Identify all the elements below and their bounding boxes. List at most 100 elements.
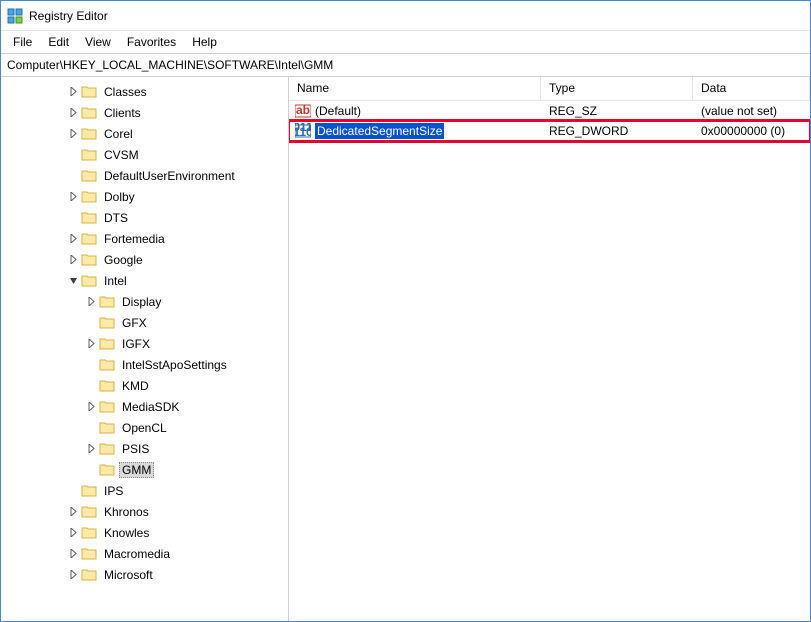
tree-item-label: Microsoft <box>101 567 156 583</box>
tree-item[interactable]: CVSM <box>1 144 288 165</box>
tree-item[interactable]: DTS <box>1 207 288 228</box>
tree-spacer <box>65 483 81 499</box>
tree-pane[interactable]: Classes Clients Corel CVSM DefaultUserEnviro… <box>1 77 289 621</box>
tree-item[interactable]: IPS <box>1 480 288 501</box>
string-value-icon: ab <box>295 103 311 119</box>
menu-view[interactable]: View <box>77 33 119 51</box>
tree-item[interactable]: PSIS <box>1 438 288 459</box>
tree-item[interactable]: Clients <box>1 102 288 123</box>
chevron-right-icon[interactable] <box>65 105 81 121</box>
tree-item[interactable]: Khronos <box>1 501 288 522</box>
chevron-right-icon[interactable] <box>65 504 81 520</box>
binary-value-icon: 011110 <box>295 123 311 139</box>
tree-item-label: IPS <box>101 483 126 499</box>
values-header: Name Type Data <box>289 77 810 101</box>
tree-item[interactable]: Dolby <box>1 186 288 207</box>
chevron-right-icon[interactable] <box>83 336 99 352</box>
tree-item-label: IGFX <box>119 336 153 352</box>
tree-item-label: Khronos <box>101 504 152 520</box>
tree-item[interactable]: Knowles <box>1 522 288 543</box>
chevron-down-icon[interactable] <box>65 273 81 289</box>
menu-edit[interactable]: Edit <box>40 33 77 51</box>
folder-icon <box>81 567 97 583</box>
tree-spacer <box>65 210 81 226</box>
value-name: (Default) <box>315 104 361 118</box>
chevron-right-icon[interactable] <box>65 126 81 142</box>
tree-item[interactable]: Macromedia <box>1 543 288 564</box>
col-header-data[interactable]: Data <box>693 77 810 100</box>
tree-item[interactable]: MediaSDK <box>1 396 288 417</box>
tree-item-label: DTS <box>101 210 131 226</box>
tree-item[interactable]: OpenCL <box>1 417 288 438</box>
tree-item[interactable]: Microsoft <box>1 564 288 585</box>
chevron-right-icon[interactable] <box>65 546 81 562</box>
folder-icon <box>81 525 97 541</box>
menu-favorites[interactable]: Favorites <box>119 33 184 51</box>
tree-spacer <box>83 462 99 478</box>
values-pane[interactable]: Name Type Data ab(Default)REG_SZ(value n… <box>289 77 810 621</box>
tree-item-label: MediaSDK <box>119 399 182 415</box>
tree-item-label: Fortemedia <box>101 231 168 247</box>
menu-help[interactable]: Help <box>184 33 225 51</box>
chevron-right-icon[interactable] <box>83 441 99 457</box>
folder-icon <box>81 126 97 142</box>
values-body[interactable]: ab(Default)REG_SZ(value not set)011110De… <box>289 101 810 621</box>
value-name-cell: 011110DedicatedSegmentSize <box>289 122 541 140</box>
tree-spacer <box>83 378 99 394</box>
folder-icon <box>99 378 115 394</box>
menu-file[interactable]: File <box>5 33 40 51</box>
addressbar[interactable]: Computer\HKEY_LOCAL_MACHINE\SOFTWARE\Int… <box>1 53 810 77</box>
folder-icon <box>81 84 97 100</box>
tree-item[interactable]: IntelSstApoSettings <box>1 354 288 375</box>
chevron-right-icon[interactable] <box>83 399 99 415</box>
chevron-right-icon[interactable] <box>65 525 81 541</box>
folder-icon <box>99 294 115 310</box>
chevron-right-icon[interactable] <box>65 189 81 205</box>
tree-item-label: Corel <box>101 126 136 142</box>
chevron-right-icon[interactable] <box>65 252 81 268</box>
chevron-right-icon[interactable] <box>65 231 81 247</box>
tree-item-label: CVSM <box>101 147 142 163</box>
col-header-type[interactable]: Type <box>541 77 693 100</box>
address-path: Computer\HKEY_LOCAL_MACHINE\SOFTWARE\Int… <box>7 58 333 72</box>
tree-item[interactable]: Classes <box>1 81 288 102</box>
tree-item-label: Clients <box>101 105 144 121</box>
chevron-right-icon[interactable] <box>65 84 81 100</box>
content-area: Classes Clients Corel CVSM DefaultUserEnviro… <box>1 77 810 621</box>
value-type: REG_SZ <box>541 103 693 119</box>
tree-item[interactable]: GMM <box>1 459 288 480</box>
tree-item-label: Macromedia <box>101 546 173 562</box>
titlebar[interactable]: Registry Editor <box>1 1 810 31</box>
tree-scroll[interactable]: Classes Clients Corel CVSM DefaultUserEnviro… <box>1 77 288 621</box>
folder-icon <box>81 168 97 184</box>
tree-item[interactable]: Google <box>1 249 288 270</box>
tree: Classes Clients Corel CVSM DefaultUserEnviro… <box>1 77 288 589</box>
value-row[interactable]: 011110DedicatedSegmentSizeREG_DWORD0x000… <box>289 121 810 141</box>
tree-item-label: Dolby <box>101 189 138 205</box>
tree-item[interactable]: Intel <box>1 270 288 291</box>
svg-text:ab: ab <box>296 103 310 117</box>
tree-item[interactable]: KMD <box>1 375 288 396</box>
tree-item[interactable]: GFX <box>1 312 288 333</box>
folder-icon <box>99 399 115 415</box>
tree-item[interactable]: Corel <box>1 123 288 144</box>
tree-item-label: GFX <box>119 315 150 331</box>
chevron-right-icon[interactable] <box>83 294 99 310</box>
chevron-right-icon[interactable] <box>65 567 81 583</box>
menubar: File Edit View Favorites Help <box>1 31 810 53</box>
tree-item[interactable]: Fortemedia <box>1 228 288 249</box>
value-row[interactable]: ab(Default)REG_SZ(value not set) <box>289 101 810 121</box>
tree-item-label: Intel <box>101 273 130 289</box>
registry-editor-window: Registry Editor File Edit View Favorites… <box>0 0 811 622</box>
col-header-name[interactable]: Name <box>289 77 541 100</box>
tree-item[interactable]: DefaultUserEnvironment <box>1 165 288 186</box>
folder-icon <box>99 336 115 352</box>
folder-icon <box>81 105 97 121</box>
tree-spacer <box>65 147 81 163</box>
folder-icon <box>81 189 97 205</box>
value-data: 0x00000000 (0) <box>693 123 810 139</box>
tree-item[interactable]: Display <box>1 291 288 312</box>
tree-item[interactable]: IGFX <box>1 333 288 354</box>
value-name-cell: ab (Default) <box>289 102 541 120</box>
tree-spacer <box>65 168 81 184</box>
